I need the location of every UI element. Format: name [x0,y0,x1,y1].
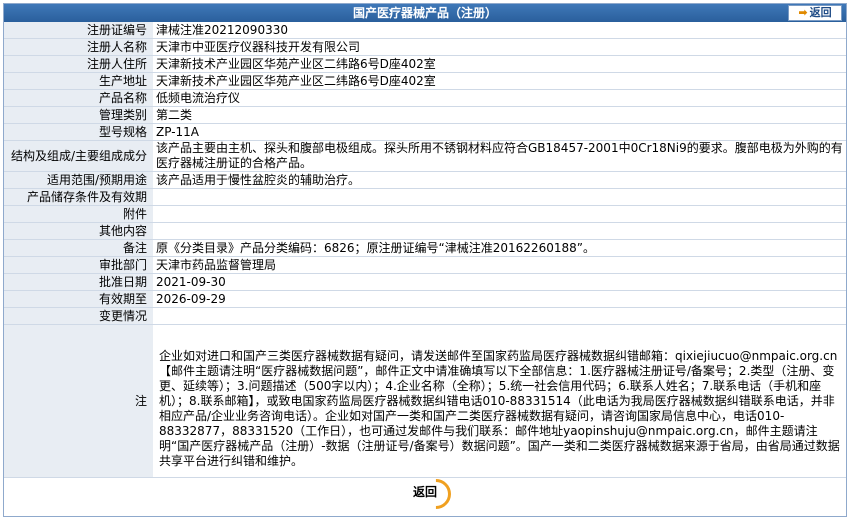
table-row: 变更情况 [4,307,846,325]
notes-text: 企业如对进口和国产三类医疗器械数据有疑问，请发送邮件至国家药监局医疗器械数据纠错… [153,324,846,478]
back-button-top-label: 返回 [809,6,832,19]
table-row: 注册人住所 天津新技术产业园区华苑产业区二纬路6号D座402室 [4,55,846,73]
table-row: 结构及组成/主要组成成分 该产品主要由主机、探头和腹部电极组成。探头所用不锈钢材料… [4,140,846,172]
table-row: 其他内容 [4,222,846,240]
row-label: 备注 [4,239,153,257]
row-value: 天津市药品监督管理局 [153,256,846,274]
row-label: 变更情况 [4,307,153,325]
row-label: 产品名称 [4,89,153,107]
row-value: 天津新技术产业园区华苑产业区二纬路6号D座402室 [153,55,846,73]
row-value [153,307,846,325]
row-value: 原《分类目录》产品分类编码：6826；原注册证编号“津械注准2016226018… [153,239,846,257]
row-label: 生产地址 [4,72,153,90]
row-label: 产品储存条件及有效期 [4,188,153,206]
row-value: 天津市中亚医疗仪器科技开发有限公司 [153,38,846,56]
swirl-icon [414,472,458,516]
row-value: 津械注准20212090330 [153,22,846,39]
table-row: 批准日期 2021-09-30 [4,273,846,291]
row-value [153,222,846,240]
table-row: 适用范围/预期用途 该产品适用于慢性盆腔炎的辅助治疗。 [4,171,846,189]
row-label: 型号规格 [4,123,153,141]
table-row: 备注 原《分类目录》产品分类编码：6826；原注册证编号“津械注准20162260… [4,239,846,257]
table-row: 注册证编号 津械注准20212090330 [4,22,846,39]
row-value: 该产品主要由主机、探头和腹部电极组成。探头所用不锈钢材料应符合GB18457-2… [153,140,846,172]
row-value: 2026-09-29 [153,290,846,308]
page-title: 国产医疗器械产品（注册） [352,6,497,20]
table-row: 注册人名称 天津市中亚医疗仪器科技开发有限公司 [4,38,846,56]
table-row: 审批部门 天津市药品监督管理局 [4,256,846,274]
row-label: 批准日期 [4,273,153,291]
row-label: 注册证编号 [4,22,153,39]
notes-label: 注 [4,324,153,478]
table-row: 管理类别 第二类 [4,106,846,124]
detail-table: 注册证编号 津械注准20212090330 注册人名称 天津市中亚医疗仪器科技开发有限… [4,22,846,478]
row-label: 管理类别 [4,106,153,124]
back-button-bottom[interactable]: 返回 [405,472,458,516]
arrow-right-icon: ➡ [798,6,808,19]
title-bar: 国产医疗器械产品（注册） ➡ 返回 [4,4,846,22]
row-value: ZP-11A [153,123,846,141]
table-row: 有效期至 2026-09-29 [4,290,846,308]
row-label: 注册人名称 [4,38,153,56]
row-label: 注册人住所 [4,55,153,73]
record-panel: 国产医疗器械产品（注册） ➡ 返回 注册证编号 津械注准20212090330 注册人… [3,3,847,517]
back-button-top[interactable]: ➡ 返回 [788,5,842,21]
table-row: 产品名称 低频电流治疗仪 [4,89,846,107]
table-row: 生产地址 天津新技术产业园区华苑产业区二纬路6号D座402室 [4,72,846,90]
footer: 返回 [4,472,846,516]
row-value: 2021-09-30 [153,273,846,291]
row-label: 有效期至 [4,290,153,308]
row-label: 结构及组成/主要组成成分 [4,140,153,172]
row-label: 其他内容 [4,222,153,240]
table-row: 附件 [4,205,846,223]
row-value [153,188,846,206]
row-label: 审批部门 [4,256,153,274]
row-label: 适用范围/预期用途 [4,171,153,189]
row-label: 附件 [4,205,153,223]
row-value: 第二类 [153,106,846,124]
row-value: 天津新技术产业园区华苑产业区二纬路6号D座402室 [153,72,846,90]
row-value: 该产品适用于慢性盆腔炎的辅助治疗。 [153,171,846,189]
row-value: 低频电流治疗仪 [153,89,846,107]
table-row: 产品储存条件及有效期 [4,188,846,206]
table-row: 型号规格 ZP-11A [4,123,846,141]
row-value [153,205,846,223]
